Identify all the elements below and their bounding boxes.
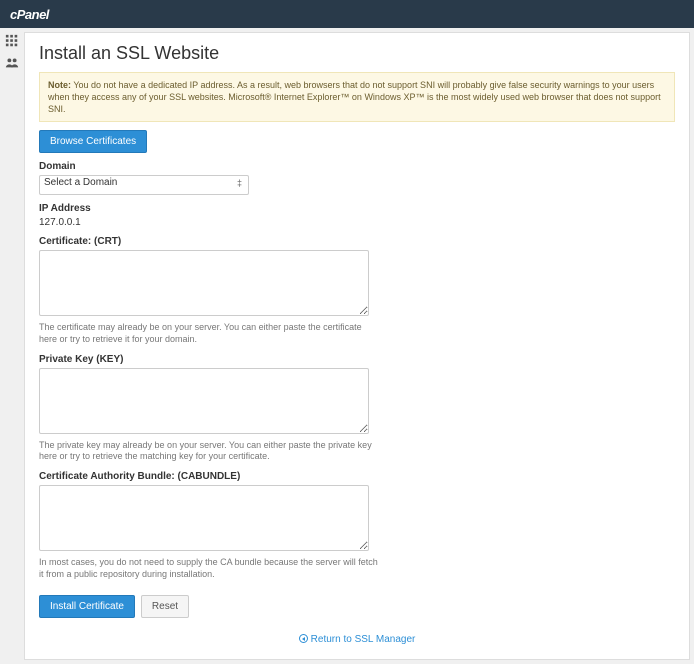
domain-select[interactable]: Select a Domain [39, 175, 249, 195]
browse-certificates-button[interactable]: Browse Certificates [39, 130, 147, 153]
crt-label: Certificate: (CRT) [39, 236, 675, 247]
top-bar: cPanel [0, 0, 694, 28]
note-text: You do not have a dedicated IP address. … [48, 80, 661, 114]
left-sidebar [0, 28, 24, 664]
return-arrow-icon [299, 634, 308, 643]
key-label: Private Key (KEY) [39, 354, 675, 365]
crt-textarea[interactable] [39, 250, 369, 316]
domain-selected-value: Select a Domain [44, 177, 117, 188]
note-prefix: Note: [48, 80, 71, 90]
page-title: Install an SSL Website [39, 43, 675, 64]
cabundle-label: Certificate Authority Bundle: (CABUNDLE) [39, 471, 675, 482]
note-alert: Note: You do not have a dedicated IP add… [39, 72, 675, 122]
return-link-row: Return to SSL Manager [39, 634, 675, 645]
crt-hint: The certificate may already be on your s… [39, 322, 379, 345]
return-ssl-manager-link[interactable]: Return to SSL Manager [311, 634, 416, 645]
domain-label: Domain [39, 161, 675, 172]
install-certificate-button[interactable]: Install Certificate [39, 595, 135, 618]
cpanel-logo: cPanel [10, 7, 49, 22]
cabundle-textarea[interactable] [39, 485, 369, 551]
key-hint: The private key may already be on your s… [39, 440, 379, 463]
apps-grid-icon[interactable] [5, 34, 19, 48]
key-textarea[interactable] [39, 368, 369, 434]
ip-value: 127.0.0.1 [39, 217, 675, 228]
ip-label: IP Address [39, 203, 675, 214]
users-icon[interactable] [5, 56, 19, 70]
reset-button[interactable]: Reset [141, 595, 189, 618]
main-panel: Install an SSL Website Note: You do not … [24, 32, 690, 660]
